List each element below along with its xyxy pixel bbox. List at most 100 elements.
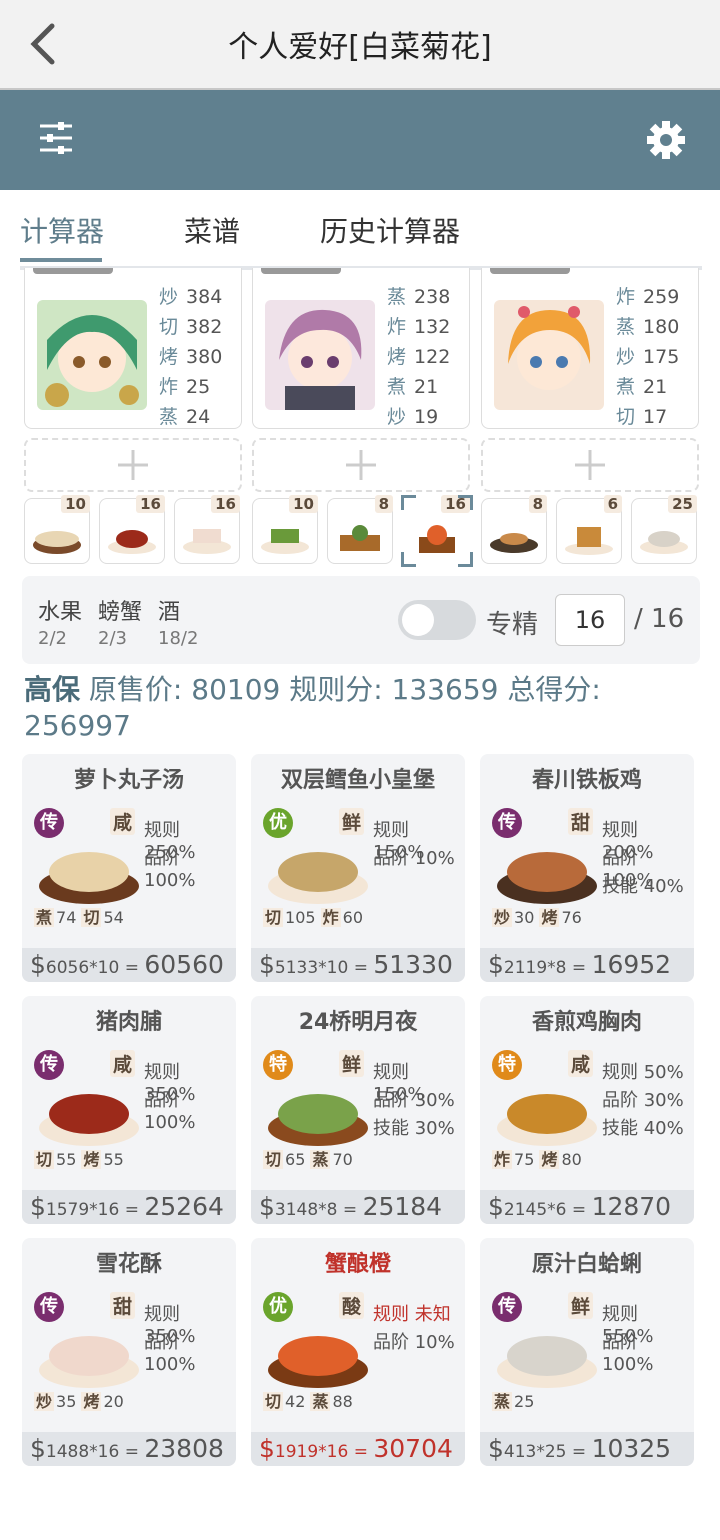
taste-tag: 咸 (568, 1050, 594, 1077)
taste-tag: 酸 (339, 1292, 365, 1319)
rarity-badge: 传 (34, 1050, 64, 1080)
skill-req-key: 切 (81, 908, 102, 927)
toggle-knob (402, 604, 434, 636)
dish-thumb-selected[interactable]: 16 (401, 495, 473, 567)
quantity-multiplier: *8 (318, 1200, 338, 1220)
limit-name: 螃蟹 (98, 600, 143, 625)
chef-avatar (265, 300, 375, 410)
dish-thumb[interactable]: 16 (99, 495, 165, 564)
dollar-icon: $ (30, 1434, 46, 1463)
recipe-attribute: 规则 50% (602, 1062, 684, 1083)
chef-card[interactable]: 蒸 238 炸 132 烤 122 煮 21 炒 19 (252, 268, 470, 429)
chef-skill: 蒸 24 (159, 406, 211, 428)
recipe-card[interactable]: 蟹酿橙优 酸规则 未知 品阶 10% 切 42 蒸 88 $1919*16 = 30704 (251, 1238, 465, 1466)
recipe-card[interactable]: 猪肉脯传咸规则 350% 品阶 100% 切 55 烤 55 $1579*16 = 25… (22, 996, 236, 1224)
unit-price: 2145 (503, 1200, 548, 1220)
rarity-badge: 传 (34, 808, 64, 838)
chef-card[interactable]: 炒 384 切 382 烤 380 炸 25 蒸 24 (24, 268, 242, 429)
recipe-image (497, 1336, 597, 1388)
tab-history-calculator[interactable]: 历史计算器 (320, 210, 460, 250)
equals-sign: = (119, 1442, 145, 1462)
price-row: $1579*16 = 25264 (22, 1190, 236, 1224)
recipe-attribute: 品阶 10% (373, 848, 455, 869)
chef-avatar (37, 300, 147, 410)
tab-bar: 计算器 菜谱 历史计算器 (20, 200, 702, 270)
unit-price: 1579 (45, 1200, 90, 1220)
skill-requirements: 煮 74 切 54 (34, 904, 129, 928)
skill-req-key: 炒 (492, 908, 513, 927)
zhuanjing-input[interactable]: 16 (555, 594, 625, 646)
recipe-attribute: 品阶 100% (144, 1332, 196, 1375)
recipe-attribute: 技能 30% (373, 1118, 455, 1139)
price-row: $413*25 = 10325 (480, 1432, 694, 1466)
skill-requirements: 切 105 炸 60 (263, 904, 368, 928)
chef-skill: 炒 384 (159, 286, 223, 308)
equals-sign: = (566, 1442, 592, 1462)
recipe-attribute: 品阶 30% (373, 1090, 455, 1111)
dish-thumb[interactable]: 8 (327, 495, 393, 564)
dish-thumb[interactable]: 6 (556, 495, 622, 564)
recipe-card[interactable]: 萝卜丸子汤传咸规则 250% 品阶 100% 煮 74 切 54 $6056*10 = … (22, 754, 236, 982)
tab-calculator[interactable]: 计算器 (20, 210, 104, 250)
skill-req-value: 42 (285, 1392, 306, 1411)
dish-count: 16 (136, 495, 165, 513)
recipe-card[interactable]: 双层鳕鱼小皇堡优鲜规则 150% 品阶 10% 切 105 炸 60 $5133*10 … (251, 754, 465, 982)
quantity-multiplier: *10 (318, 958, 349, 978)
skill-req-key: 煮 (34, 908, 55, 927)
dish-count: 6 (603, 495, 622, 513)
equals-sign: = (119, 958, 145, 978)
dish-image (261, 529, 309, 554)
recipe-total: 16952 (591, 950, 672, 979)
recipe-image (39, 852, 139, 904)
add-equipment-slot[interactable] (24, 438, 242, 492)
recipe-name: 猪肉脯 (95, 1010, 162, 1035)
recipe-card[interactable]: 原汁白蛤蜊传鲜规则 550% 品阶 100% 蒸 25 $413*25 = 10325 (480, 1238, 694, 1466)
toolbar (0, 90, 720, 190)
skill-req-key: 烤 (539, 1150, 560, 1169)
zhuanjing-toggle[interactable] (398, 600, 476, 640)
recipe-attribute: 技能 40% (602, 876, 684, 897)
gear-icon[interactable] (646, 120, 686, 160)
recipe-card[interactable]: 春川铁板鸡传甜规则 200% 品阶 100% 技能 40% 炒 30 烤 76 $2119… (480, 754, 694, 982)
chef-name-cut (490, 268, 570, 274)
price-row: $6056*10 = 60560 (22, 948, 236, 982)
recipe-attribute: 品阶 30% (602, 1090, 684, 1111)
recipe-total: 51330 (373, 950, 453, 979)
recipe-total: 25184 (362, 1192, 443, 1221)
recipe-attribute: 品阶 100% (144, 1090, 196, 1133)
recipe-card[interactable]: 雪花酥传甜规则 350% 品阶 100% 炒 35 烤 20 $1488*16 = 23… (22, 1238, 236, 1466)
dish-thumb[interactable]: 10 (252, 495, 318, 564)
rarity-badge: 优 (263, 1292, 293, 1322)
skill-req-value: 30 (514, 908, 535, 927)
price-row: $2119*8 = 16952 (480, 948, 694, 982)
unit-price: 1488 (45, 1442, 90, 1462)
chef-name-cut (261, 268, 341, 274)
recipe-name: 24桥明月夜 (298, 1010, 418, 1035)
dish-thumb[interactable]: 8 (481, 495, 547, 564)
dish-thumb[interactable]: 16 (174, 495, 240, 564)
add-equipment-slot[interactable] (252, 438, 470, 492)
recipe-card[interactable]: 24桥明月夜特鲜规则 150% 品阶 30% 技能 30% 切 65 蒸 70 $3148… (251, 996, 465, 1224)
plus-icon (346, 450, 376, 480)
dish-count: 8 (374, 495, 393, 513)
selection-corner (458, 552, 473, 567)
dish-thumb[interactable]: 25 (631, 495, 697, 564)
taste-tag: 咸 (110, 808, 136, 835)
price-row: $5133*10 = 51330 (251, 948, 465, 982)
limit-value: 2/2 (38, 628, 67, 649)
filter-sliders-icon[interactable] (40, 120, 72, 156)
dollar-icon: $ (488, 1434, 504, 1463)
dollar-icon: $ (30, 1192, 46, 1221)
skill-req-key: 切 (34, 1150, 55, 1169)
taste-tag: 甜 (568, 808, 594, 835)
add-equipment-slot[interactable] (481, 438, 699, 492)
skill-req-key: 烤 (81, 1150, 102, 1169)
skill-req-value: 74 (56, 908, 77, 927)
dish-thumb[interactable]: 10 (24, 495, 90, 564)
skill-req-value: 76 (561, 908, 582, 927)
recipe-card[interactable]: 香煎鸡胸肉特 咸规则 50% 品阶 30% 技能 40% 炸 75 烤 80 $2145*6… (480, 996, 694, 1224)
tab-recipes[interactable]: 菜谱 (184, 210, 240, 250)
chef-card[interactable]: 炸 259 蒸 180 炒 175 煮 21 切 17 (481, 268, 699, 429)
recipe-image (268, 1336, 368, 1388)
recipe-name: 香煎鸡胸肉 (531, 1010, 642, 1035)
